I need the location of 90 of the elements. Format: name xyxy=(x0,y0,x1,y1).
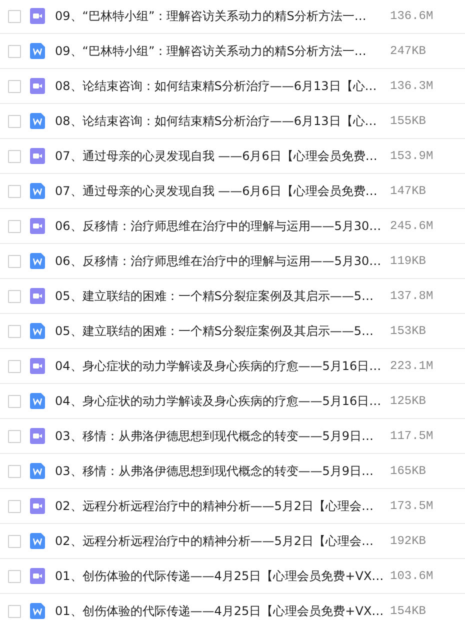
file-size: 136.3M xyxy=(390,79,434,93)
file-name: 05、建立联结的困难：一个精S分裂症案例及其启示——5… xyxy=(55,288,375,304)
file-row[interactable]: 05、建立联结的困难：一个精S分裂症案例及其启示——5… 137.8M xyxy=(0,279,465,314)
file-name: 07、通过母亲的心灵发现自我 ——6月6日【心理会员免费… xyxy=(55,148,378,164)
file-name: 01、创伤体验的代际传递——4月25日【心理会员免费+VX… xyxy=(55,568,385,584)
file-row[interactable]: 06、反移情：治疗师思维在治疗中的理解与运用——5月30… 119KB xyxy=(0,244,465,279)
checkbox[interactable] xyxy=(8,220,21,232)
word-document-icon xyxy=(30,603,45,619)
file-row[interactable]: 02、远程分析远程治疗中的精神分析——5月2日【心理会… 173.5M xyxy=(0,489,465,524)
file-name: 09、“巴林特小组”：理解咨访关系动力的精S分析方法一… xyxy=(55,8,368,24)
file-row[interactable]: 08、论结束咨询：如何结束精S分析治疗——6月13日【心… 155KB xyxy=(0,104,465,139)
file-row[interactable]: 09、“巴林特小组”：理解咨访关系动力的精S分析方法一… 247KB xyxy=(0,34,465,69)
file-name: 06、反移情：治疗师思维在治疗中的理解与运用——5月30… xyxy=(55,218,382,234)
checkbox[interactable] xyxy=(8,44,21,58)
file-row[interactable]: 04、身心症状的动力学解读及身心疾病的疗愈——5月16日… 223.1M xyxy=(0,349,465,384)
file-size: 173.5M xyxy=(390,499,434,513)
checkbox[interactable] xyxy=(8,254,21,268)
file-name: 08、论结束咨询：如何结束精S分析治疗——6月13日【心… xyxy=(55,78,378,94)
checkbox[interactable] xyxy=(8,324,21,338)
checkbox[interactable] xyxy=(8,500,21,512)
checkbox[interactable] xyxy=(8,150,21,162)
checkbox[interactable] xyxy=(8,464,21,478)
file-size: 192KB xyxy=(390,534,426,548)
file-size: 103.6M xyxy=(390,569,434,583)
file-size: 137.8M xyxy=(390,289,434,303)
file-name: 04、身心症状的动力学解读及身心疾病的疗愈——5月16日… xyxy=(55,392,382,410)
file-name: 05、建立联结的困难：一个精S分裂症案例及其启示——5… xyxy=(55,322,375,340)
file-size: 136.6M xyxy=(390,9,434,23)
video-file-icon xyxy=(30,428,45,444)
file-size: 117.5M xyxy=(390,429,434,443)
file-size: 125KB xyxy=(390,394,426,408)
file-row[interactable]: 07、通过母亲的心灵发现自我 ——6月6日【心理会员免费… 153.9M xyxy=(0,139,465,174)
file-size: 223.1M xyxy=(390,359,434,373)
file-size: 165KB xyxy=(390,464,426,478)
file-name: 02、远程分析远程治疗中的精神分析——5月2日【心理会… xyxy=(55,498,375,514)
file-name: 03、移情：从弗洛伊德思想到现代概念的转变——5月9日… xyxy=(55,428,375,444)
word-document-icon xyxy=(30,533,45,549)
video-file-icon xyxy=(30,358,45,374)
file-row[interactable]: 01、创伤体验的代际传递——4月25日【心理会员免费+VX… 103.6M xyxy=(0,559,465,594)
file-row[interactable]: 03、移情：从弗洛伊德思想到现代概念的转变——5月9日… 165KB xyxy=(0,454,465,489)
file-name: 02、远程分析远程治疗中的精神分析——5月2日【心理会… xyxy=(55,532,375,550)
file-name: 06、反移情：治疗师思维在治疗中的理解与运用——5月30… xyxy=(55,252,382,270)
file-size: 247KB xyxy=(390,44,426,58)
file-row[interactable]: 07、通过母亲的心灵发现自我 ——6月6日【心理会员免费… 147KB xyxy=(0,174,465,209)
checkbox[interactable] xyxy=(8,430,21,442)
file-row[interactable]: 08、论结束咨询：如何结束精S分析治疗——6月13日【心… 136.3M xyxy=(0,69,465,104)
checkbox[interactable] xyxy=(8,570,21,582)
file-name: 07、通过母亲的心灵发现自我 ——6月6日【心理会员免费… xyxy=(55,182,378,200)
video-file-icon xyxy=(30,8,45,24)
checkbox[interactable] xyxy=(8,534,21,548)
file-row[interactable]: 04、身心症状的动力学解读及身心疾病的疗愈——5月16日… 125KB xyxy=(0,384,465,419)
file-name: 01、创伤体验的代际传递——4月25日【心理会员免费+VX… xyxy=(55,602,385,620)
word-document-icon xyxy=(30,323,45,339)
word-document-icon xyxy=(30,43,45,59)
checkbox[interactable] xyxy=(8,290,21,302)
checkbox[interactable] xyxy=(8,80,21,92)
word-document-icon xyxy=(30,463,45,479)
word-document-icon xyxy=(30,183,45,199)
file-size: 153.9M xyxy=(390,149,434,163)
video-file-icon xyxy=(30,78,45,94)
video-file-icon xyxy=(30,568,45,584)
file-size: 154KB xyxy=(390,604,426,618)
checkbox[interactable] xyxy=(8,114,21,128)
checkbox[interactable] xyxy=(8,184,21,198)
file-size: 147KB xyxy=(390,184,426,198)
file-row[interactable]: 05、建立联结的困难：一个精S分裂症案例及其启示——5… 153KB xyxy=(0,314,465,349)
file-row[interactable]: 06、反移情：治疗师思维在治疗中的理解与运用——5月30… 245.6M xyxy=(0,209,465,244)
checkbox[interactable] xyxy=(8,394,21,408)
video-file-icon xyxy=(30,148,45,164)
file-name: 03、移情：从弗洛伊德思想到现代概念的转变——5月9日… xyxy=(55,462,375,480)
checkbox[interactable] xyxy=(8,360,21,372)
file-size: 153KB xyxy=(390,324,426,338)
video-file-icon xyxy=(30,498,45,514)
file-size: 245.6M xyxy=(390,219,434,233)
file-row[interactable]: 01、创伤体验的代际传递——4月25日【心理会员免费+VX… 154KB xyxy=(0,594,465,626)
word-document-icon xyxy=(30,113,45,129)
file-size: 155KB xyxy=(390,114,426,128)
checkbox[interactable] xyxy=(8,10,21,22)
checkbox[interactable] xyxy=(8,604,21,618)
file-name: 04、身心症状的动力学解读及身心疾病的疗愈——5月16日… xyxy=(55,358,382,374)
file-row[interactable]: 03、移情：从弗洛伊德思想到现代概念的转变——5月9日… 117.5M xyxy=(0,419,465,454)
file-name: 09、“巴林特小组”：理解咨访关系动力的精S分析方法一… xyxy=(55,42,368,60)
word-document-icon xyxy=(30,393,45,409)
file-name: 08、论结束咨询：如何结束精S分析治疗——6月13日【心… xyxy=(55,112,378,130)
video-file-icon xyxy=(30,218,45,234)
file-row[interactable]: 02、远程分析远程治疗中的精神分析——5月2日【心理会… 192KB xyxy=(0,524,465,559)
file-row[interactable]: 09、“巴林特小组”：理解咨访关系动力的精S分析方法一… 136.6M xyxy=(0,0,465,34)
video-file-icon xyxy=(30,288,45,304)
file-size: 119KB xyxy=(390,254,426,268)
word-document-icon xyxy=(30,253,45,269)
